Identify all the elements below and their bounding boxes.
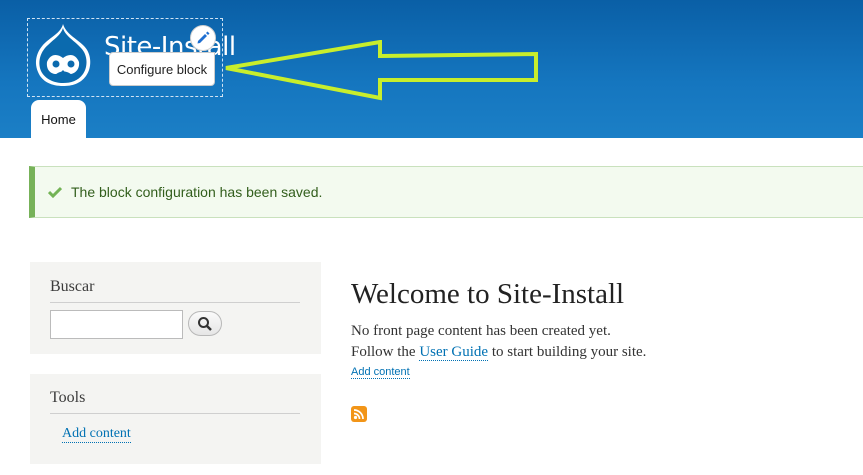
tools-add-content-link[interactable]: Add content <box>62 426 131 443</box>
status-text: The block configuration has been saved. <box>71 184 323 200</box>
status-message: The block configuration has been saved. <box>29 166 863 218</box>
tab-home[interactable]: Home <box>31 100 86 138</box>
rss-feed-icon[interactable] <box>351 406 367 422</box>
pencil-icon <box>197 31 210 44</box>
tools-block: Tools Add content <box>30 374 321 464</box>
drupal-logo-icon[interactable] <box>30 22 96 88</box>
contextual-edit-button[interactable] <box>190 25 216 51</box>
intro-line-2-prefix: Follow the <box>351 344 420 360</box>
intro-line-1: No front page content has been created y… <box>351 323 611 339</box>
search-button[interactable] <box>188 311 222 336</box>
tools-block-title: Tools <box>50 389 300 414</box>
rss-icon <box>353 409 364 420</box>
site-header: Site-Install Configure block Home <box>0 0 863 138</box>
search-input[interactable] <box>50 310 183 339</box>
user-guide-link[interactable]: User Guide <box>419 344 489 361</box>
search-icon <box>198 316 212 331</box>
annotation-arrow <box>225 40 538 101</box>
intro-line-2-suffix: to start building your site. <box>488 344 647 360</box>
search-block-title: Buscar <box>50 278 300 303</box>
configure-block-link[interactable]: Configure block <box>109 52 215 86</box>
search-block: Buscar <box>30 262 321 354</box>
check-icon <box>48 186 62 198</box>
intro-line-2: Follow the User Guide to start building … <box>351 344 646 361</box>
page-title: Welcome to Site-Install <box>351 278 625 310</box>
add-content-link[interactable]: Add content <box>351 366 410 379</box>
